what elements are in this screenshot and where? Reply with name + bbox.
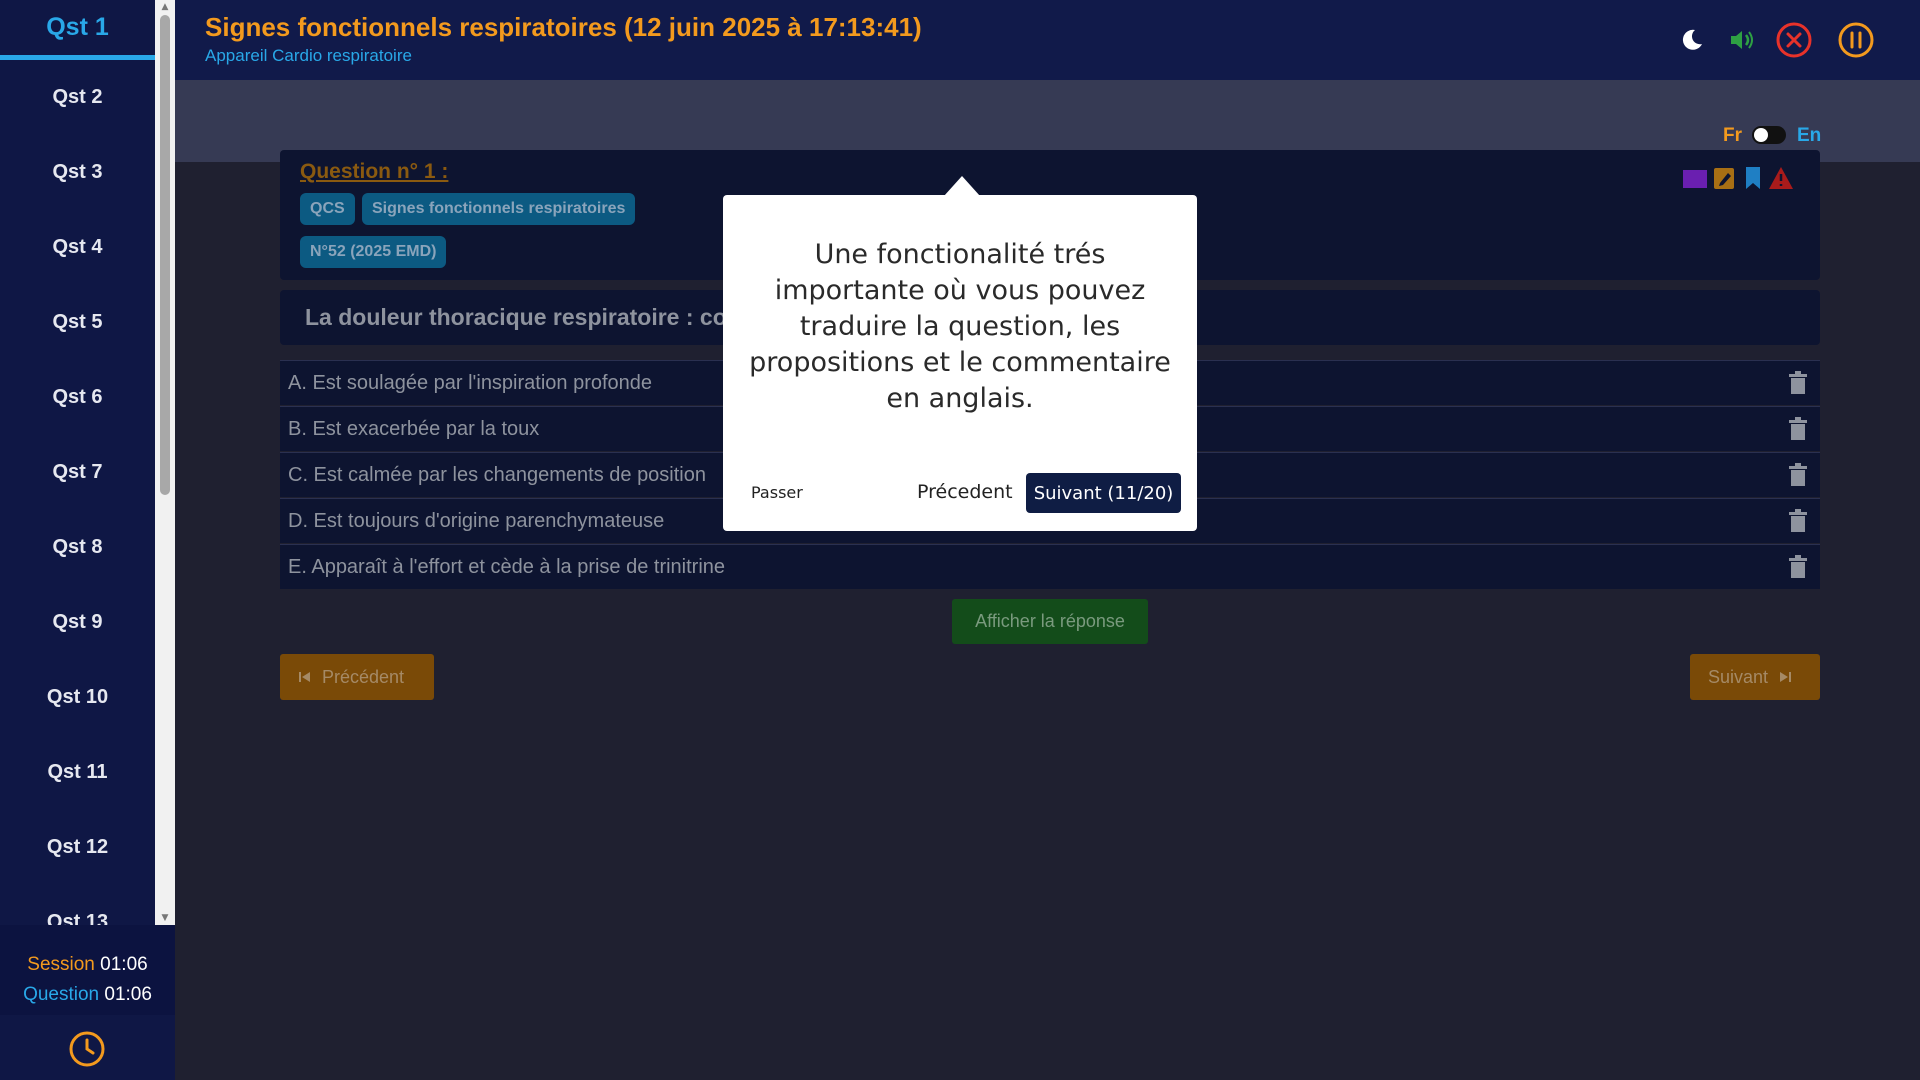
trash-icon[interactable] xyxy=(1788,463,1808,487)
sidebar-item-qst-3[interactable]: Qst 3 xyxy=(0,135,155,210)
option-b-text: B. Est exacerbée par la toux xyxy=(288,418,540,440)
close-circle-icon[interactable] xyxy=(1774,20,1814,60)
skip-previous-icon xyxy=(299,672,310,682)
language-toggle[interactable] xyxy=(1752,126,1786,144)
sidebar-item-qst-12[interactable]: Qst 12 xyxy=(0,810,155,885)
trash-icon[interactable] xyxy=(1788,417,1808,441)
sidebar-item-qst-11[interactable]: Qst 11 xyxy=(0,735,155,810)
timers-panel: Session 01:06 Question 01:06 xyxy=(0,925,175,1015)
tour-popover: Une fonctionalité trés importante où vou… xyxy=(723,195,1197,531)
page-subtitle: Appareil Cardio respiratoire xyxy=(205,46,412,65)
sidebar-item-qst-2[interactable]: Qst 2 xyxy=(0,60,155,135)
sidebar-item-qst-6[interactable]: Qst 6 xyxy=(0,360,155,435)
option-a-text: A. Est soulagée par l'inspiration profon… xyxy=(288,372,653,394)
next-button[interactable]: Suivant xyxy=(1690,654,1820,700)
tour-text: Une fonctionalité trés importante où vou… xyxy=(749,239,1171,414)
scroll-thumb[interactable] xyxy=(160,15,170,495)
tour-previous-button[interactable]: Précedent xyxy=(917,481,1013,503)
warning-icon[interactable] xyxy=(1768,165,1794,191)
scroll-down-arrow-icon[interactable]: ▼ xyxy=(155,911,175,925)
lang-fr-label[interactable]: Fr xyxy=(1723,125,1742,147)
edit-note-icon[interactable] xyxy=(1712,165,1738,191)
option-c-text: C. Est calmée par les changements de pos… xyxy=(288,464,706,486)
trash-icon[interactable] xyxy=(1788,555,1808,579)
clock-icon[interactable] xyxy=(68,1030,106,1068)
tour-skip-button[interactable]: Passer xyxy=(751,483,803,502)
sidebar-item-qst-9[interactable]: Qst 9 xyxy=(0,585,155,660)
moon-icon[interactable] xyxy=(1672,20,1712,60)
tour-popover-arrow xyxy=(944,176,980,196)
tag-topic: Signes fonctionnels respiratoires xyxy=(362,193,636,225)
trash-icon[interactable] xyxy=(1788,371,1808,395)
tour-next-button[interactable]: Suivant (11/20) xyxy=(1026,473,1181,513)
previous-button[interactable]: Précédent xyxy=(280,654,434,700)
volume-icon[interactable] xyxy=(1722,20,1762,60)
skip-next-icon xyxy=(1780,672,1792,682)
sidebar-item-qst-13[interactable]: Qst 13 xyxy=(0,885,155,925)
option-d-text: D. Est toujours d'origine parenchymateus… xyxy=(288,510,665,532)
pause-circle-icon[interactable] xyxy=(1836,20,1876,60)
header-bar: Signes fonctionnels respiratoires (12 ju… xyxy=(175,0,1920,80)
tag-type: QCS xyxy=(300,193,355,225)
sidebar-item-qst-5[interactable]: Qst 5 xyxy=(0,285,155,360)
previous-button-label: Précédent xyxy=(322,666,405,687)
sidebar-item-qst-1[interactable]: Qst 1 xyxy=(0,0,155,60)
question-timer-value: 01:06 xyxy=(104,984,152,1005)
sidebar-scrollbar[interactable]: ▲ ▼ xyxy=(155,0,175,925)
color-square-icon[interactable] xyxy=(1682,165,1708,191)
session-timer-label: Session xyxy=(27,954,95,975)
show-answer-button[interactable]: Afficher la réponse xyxy=(952,599,1148,644)
toggle-knob xyxy=(1754,128,1768,142)
sidebar-item-qst-8[interactable]: Qst 8 xyxy=(0,510,155,585)
question-timer: Question 01:06 xyxy=(0,980,175,1010)
tag-source: N°52 (2025 EMD) xyxy=(300,236,447,268)
option-e[interactable]: E. Apparaît à l'effort et cède à la pris… xyxy=(280,544,1820,589)
sidebar-item-qst-7[interactable]: Qst 7 xyxy=(0,435,155,510)
next-button-label: Suivant xyxy=(1708,666,1769,687)
sidebar-item-qst-4[interactable]: Qst 4 xyxy=(0,210,155,285)
trash-icon[interactable] xyxy=(1788,509,1808,533)
bookmark-icon[interactable] xyxy=(1740,165,1766,191)
session-timer: Session 01:06 xyxy=(0,950,175,980)
question-text: La douleur thoracique respiratoire : co xyxy=(305,304,727,330)
question-timer-label: Question xyxy=(23,984,100,1005)
option-e-text: E. Apparaît à l'effort et cède à la pris… xyxy=(288,556,726,578)
session-timer-value: 01:06 xyxy=(100,954,148,975)
sidebar: Qst 1 Qst 2 Qst 3 Qst 4 Qst 5 Qst 6 Qst … xyxy=(0,0,175,1080)
sidebar-item-qst-10[interactable]: Qst 10 xyxy=(0,660,155,735)
question-nav-list: Qst 1 Qst 2 Qst 3 Qst 4 Qst 5 Qst 6 Qst … xyxy=(0,0,155,925)
scroll-up-arrow-icon[interactable]: ▲ xyxy=(155,0,175,14)
lang-en-label[interactable]: En xyxy=(1797,125,1821,147)
page-title: Signes fonctionnels respiratoires (12 ju… xyxy=(205,12,922,42)
question-number: Question n° 1 : xyxy=(300,160,449,183)
